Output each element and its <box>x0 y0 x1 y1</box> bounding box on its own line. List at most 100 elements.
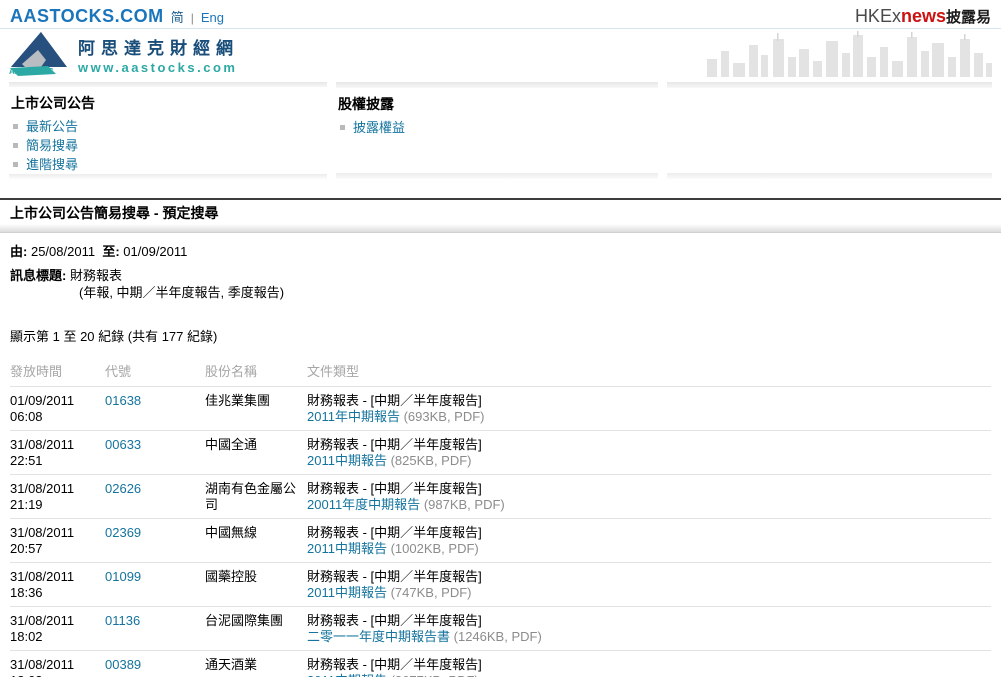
aastocks-brand-link[interactable]: AASTOCKS.COM <box>10 6 164 27</box>
aastocks-triangle-icon: AASTOCKS <box>8 30 70 77</box>
file-size: (1246KB, PDF) <box>454 629 542 644</box>
document-type-text: 財務報表 - [中期／半年度報告] <box>307 437 991 453</box>
report-link[interactable]: 2011年中期報告 <box>307 409 400 424</box>
nav-column-disclosure: 股權披露 披露權益 <box>336 82 658 179</box>
report-link[interactable]: 2011中期報告 <box>307 673 387 677</box>
row-datetime: 31/08/201118:02 <box>10 613 105 645</box>
report-link[interactable]: 二零一一年度中期報告書 <box>307 629 450 644</box>
table-row: 31/08/201121:19 02626 湖南有色金屬公司 財務報表 - [中… <box>10 475 991 519</box>
logo-url-text: www.aastocks.com <box>78 59 239 77</box>
from-label: 由: <box>10 244 27 259</box>
table-row: 31/08/201120:57 02369 中國無線 財務報表 - [中期／半年… <box>10 519 991 563</box>
row-datetime: 31/08/201122:51 <box>10 437 105 469</box>
aastocks-logo[interactable]: AASTOCKS 阿思達克財經網 www.aastocks.com <box>8 30 239 77</box>
stock-code-link[interactable]: 02369 <box>105 525 141 540</box>
logo-chinese-name: 阿思達克財經網 <box>78 39 239 59</box>
hkex-chinese-text: 披露易 <box>946 9 991 26</box>
skyline-image <box>703 31 993 77</box>
divider <box>667 173 992 179</box>
top-bar: AASTOCKS.COM 简 | Eng HKExnews披露易 <box>0 0 1001 29</box>
table-header-row: 發放時間 代號 股份名稱 文件類型 <box>10 352 991 387</box>
document-type-text: 財務報表 - [中期／半年度報告] <box>307 613 991 629</box>
row-datetime: 31/08/201118:36 <box>10 569 105 601</box>
stock-code-link[interactable]: 01136 <box>105 613 140 628</box>
report-link[interactable]: 20011年度中期報告 <box>307 497 420 512</box>
nav-column-empty <box>667 82 992 179</box>
stock-name: 中國無線 <box>205 525 307 541</box>
stock-name: 湖南有色金屬公司 <box>205 481 307 513</box>
row-datetime: 01/09/201106:08 <box>10 393 105 425</box>
report-link[interactable]: 2011中期報告 <box>307 453 387 468</box>
bullet-square-icon <box>13 143 18 148</box>
hkexnews-logo[interactable]: HKExnews披露易 <box>855 6 991 27</box>
file-size: (987KB, PDF) <box>424 497 505 512</box>
col-header-release-time: 發放時間 <box>10 361 105 380</box>
stock-name: 國藥控股 <box>205 569 307 585</box>
stock-name: 通天酒業 <box>205 657 307 673</box>
stock-code-link[interactable]: 02626 <box>105 481 141 496</box>
section-title-bar: 上市公司公告簡易搜尋 - 預定搜尋 <box>0 198 1001 233</box>
stock-code-link[interactable]: 01638 <box>105 393 141 408</box>
nav-item-simple-search[interactable]: 簡易搜尋 <box>13 136 327 155</box>
nav-link-disclosure-interests[interactable]: 披露權益 <box>353 118 405 137</box>
document-type-text: 財務報表 - [中期／半年度報告] <box>307 569 991 585</box>
hkex-prefix-text: HKEx <box>855 6 901 26</box>
headline-category-note: (年報, 中期／半年度報告, 季度報告) <box>10 284 991 301</box>
stock-name: 台泥國際集團 <box>205 613 307 629</box>
banner: AASTOCKS 阿思達克財經網 www.aastocks.com <box>0 29 1001 78</box>
results-table: 發放時間 代號 股份名稱 文件類型 01/09/201106:08 01638 … <box>10 352 991 677</box>
divider <box>667 82 992 88</box>
table-row: 31/08/201122:51 00633 中國全通 財務報表 - [中期／半年… <box>10 431 991 475</box>
divider <box>9 174 327 179</box>
lang-separator: | <box>191 11 194 25</box>
stock-code-link[interactable]: 01099 <box>105 569 141 584</box>
search-criteria: 由: 25/08/2011 至: 01/09/2011 訊息標題: 財務報表 (… <box>0 233 1001 301</box>
nav-item-disclosure-interests[interactable]: 披露權益 <box>340 118 658 137</box>
col-header-stock-name: 股份名稱 <box>205 361 307 380</box>
stock-name: 佳兆業集團 <box>205 393 307 409</box>
file-size: (825KB, PDF) <box>391 453 472 468</box>
document-type-text: 財務報表 - [中期／半年度報告] <box>307 657 991 673</box>
table-row: 31/08/201118:02 00389 通天酒業 財務報表 - [中期／半年… <box>10 651 991 677</box>
record-count-summary: 顯示第 1 至 20 紀錄 (共有 177 紀錄) <box>0 326 1001 345</box>
aastocks-caption-text: AASTOCKS <box>9 67 54 76</box>
col-header-document-type: 文件類型 <box>307 361 991 380</box>
report-link[interactable]: 2011中期報告 <box>307 585 387 600</box>
nav-item-latest-announcements[interactable]: 最新公告 <box>13 117 327 136</box>
nav-heading: 股權披露 <box>336 88 658 118</box>
document-type-text: 財務報表 - [中期／半年度報告] <box>307 393 991 409</box>
lang-simplified-link[interactable]: 简 <box>171 7 184 26</box>
stock-code-link[interactable]: 00389 <box>105 657 141 672</box>
row-datetime: 31/08/201120:57 <box>10 525 105 557</box>
stock-code-link[interactable]: 00633 <box>105 437 141 452</box>
nav-item-advanced-search[interactable]: 進階搜尋 <box>13 155 327 174</box>
headline-category-value: 財務報表 <box>70 268 122 283</box>
nav-link-simple-search[interactable]: 簡易搜尋 <box>26 136 78 155</box>
table-row: 31/08/201118:02 01136 台泥國際集團 財務報表 - [中期／… <box>10 607 991 651</box>
table-row: 31/08/201118:36 01099 國藥控股 財務報表 - [中期／半年… <box>10 563 991 607</box>
document-type-text: 財務報表 - [中期／半年度報告] <box>307 525 991 541</box>
report-link[interactable]: 2011中期報告 <box>307 541 387 556</box>
nav-link-latest-announcements[interactable]: 最新公告 <box>26 117 78 136</box>
file-size: (2677KB, PDF) <box>391 673 479 677</box>
stock-name: 中國全通 <box>205 437 307 453</box>
file-size: (747KB, PDF) <box>391 585 472 600</box>
col-header-code: 代號 <box>105 361 205 380</box>
hkex-news-text: news <box>901 6 946 26</box>
nav-link-advanced-search[interactable]: 進階搜尋 <box>26 155 78 174</box>
headline-category-label: 訊息標題: <box>10 268 66 283</box>
divider <box>336 173 658 179</box>
lang-english-link[interactable]: Eng <box>201 10 224 25</box>
document-type-text: 財務報表 - [中期／半年度報告] <box>307 481 991 497</box>
file-size: (693KB, PDF) <box>404 409 485 424</box>
nav-heading: 上市公司公告 <box>9 87 327 117</box>
nav-section: 上市公司公告 最新公告 簡易搜尋 進階搜尋 股權披露 披露權益 <box>0 82 1001 179</box>
bullet-square-icon <box>13 124 18 129</box>
bullet-square-icon <box>340 125 345 130</box>
to-date-value: 01/09/2011 <box>123 244 187 259</box>
divider <box>0 224 1001 233</box>
page-title: 上市公司公告簡易搜尋 - 預定搜尋 <box>0 200 1001 224</box>
to-label: 至: <box>102 244 119 259</box>
file-size: (1002KB, PDF) <box>391 541 479 556</box>
aastocks-hkexnews-page: AASTOCKS.COM 简 | Eng HKExnews披露易 AASTOCK… <box>0 0 1001 677</box>
